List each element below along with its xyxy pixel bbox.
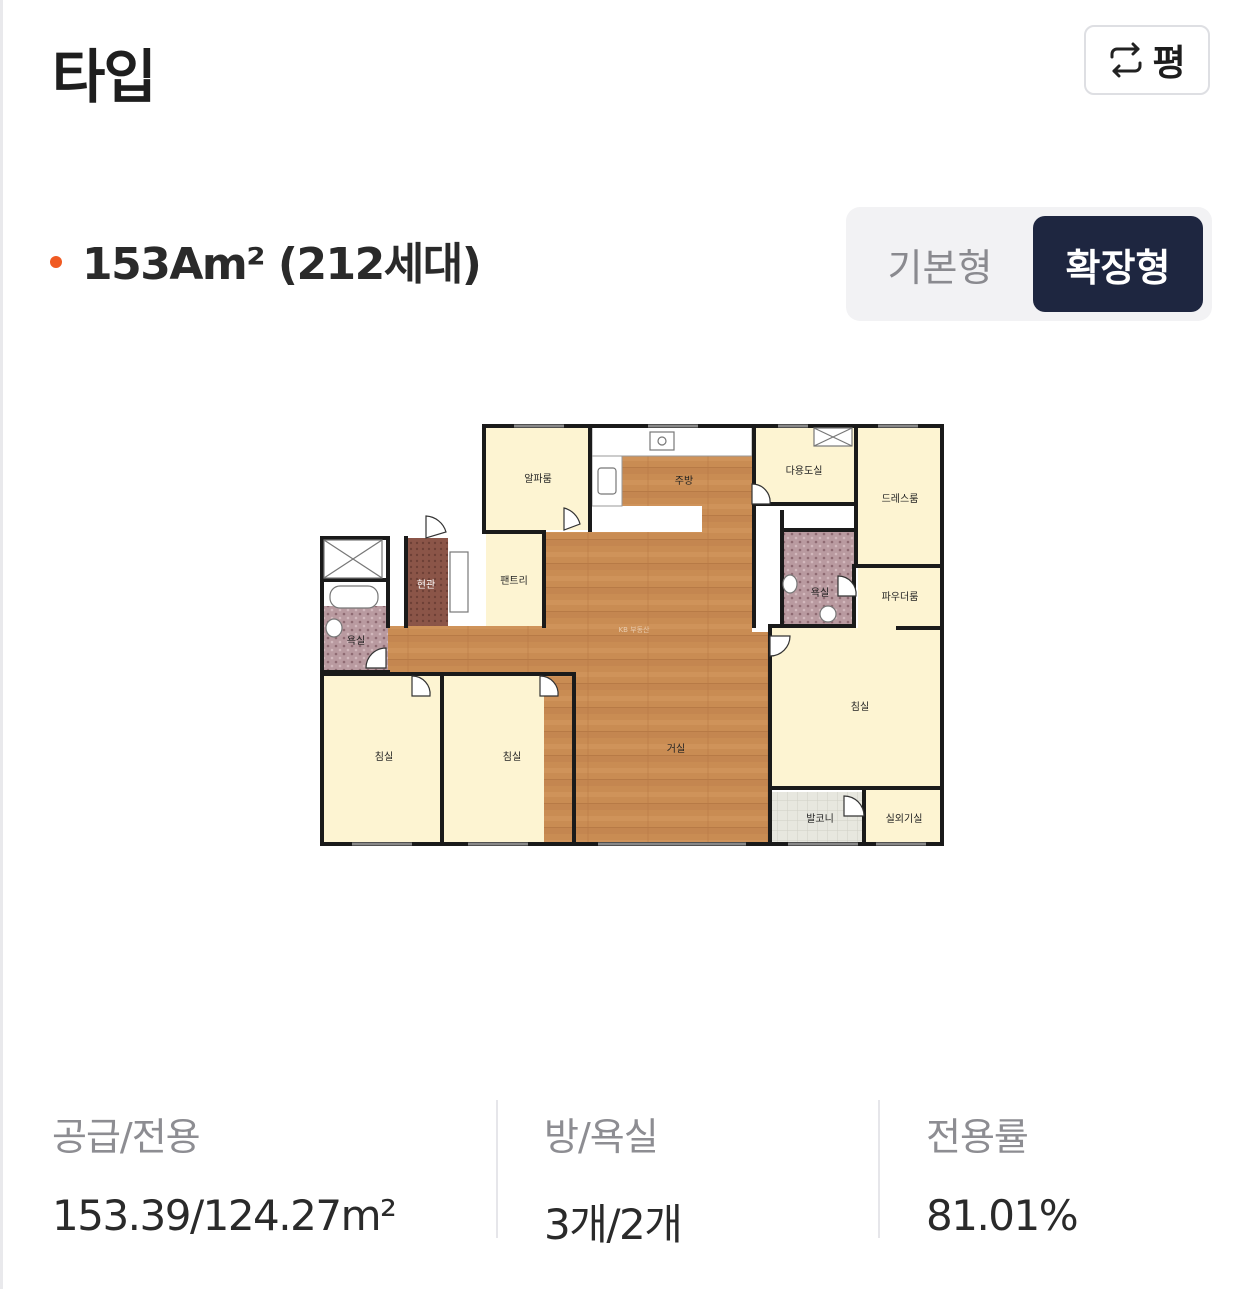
stat-ratio-value: 81.01%	[926, 1191, 1079, 1240]
stat-rooms-label: 방/욕실	[544, 1115, 659, 1159]
hall-floor	[388, 626, 544, 674]
divider	[878, 1100, 880, 1238]
label-dress: 드레스룸	[882, 493, 919, 505]
label-utility: 다용도실	[786, 465, 823, 477]
label-bath-left: 욕실	[347, 635, 365, 647]
unit-toggle-button[interactable]: 평	[1084, 25, 1210, 95]
label-pantry: 팬트리	[500, 575, 528, 587]
label-alpha: 알파룸	[524, 473, 552, 485]
unit-toggle-label: 평	[1152, 43, 1186, 84]
tab-extended[interactable]: 확장형	[1033, 216, 1203, 312]
stat-area-value: 153.39/124.27m²	[52, 1191, 397, 1240]
variant-segmented-control: 기본형 확장형	[846, 207, 1212, 321]
tab-basic[interactable]: 기본형	[855, 216, 1025, 312]
stat-rooms-value: 3개/2개	[544, 1200, 683, 1249]
type-heading: 153Am² (212세대)	[50, 228, 482, 292]
type-name: 153Am² (212세대)	[82, 239, 482, 290]
label-powder: 파우더룸	[882, 591, 919, 603]
stat-rooms: 방/욕실 3개/2개	[544, 1100, 683, 1249]
floor-plan-svg: KB 부동산 알파룸 주방 다용도실 드레스룸 현관 팬트리 욕실 욕실 파우더…	[320, 424, 944, 846]
label-bed2: 침실	[503, 751, 521, 763]
divider	[496, 1100, 498, 1238]
label-entrance: 현관	[417, 579, 435, 591]
stat-area-label: 공급/전용	[52, 1115, 201, 1159]
floor-plan: KB 부동산 알파룸 주방 다용도실 드레스룸 현관 팬트리 욕실 욕실 파우더…	[318, 420, 948, 850]
stat-ratio: 전용률 81.01%	[926, 1100, 1079, 1240]
page-edge	[0, 0, 3, 1289]
label-outdoor: 실외기실	[886, 813, 923, 825]
type-dot-icon	[50, 256, 62, 268]
watermark: KB 부동산	[619, 625, 650, 634]
stat-ratio-label: 전용률	[926, 1115, 1029, 1159]
label-bath-right: 욕실	[811, 587, 829, 599]
label-balcony: 발코니	[806, 813, 834, 825]
stats-row: 공급/전용 153.39/124.27m² 방/욕실 3개/2개 전용률 81.…	[0, 1100, 1260, 1249]
label-kitchen: 주방	[675, 475, 693, 487]
stat-area: 공급/전용 153.39/124.27m²	[52, 1100, 397, 1240]
label-bed1: 침실	[375, 751, 393, 763]
swap-icon	[1110, 42, 1142, 78]
label-living: 거실	[667, 743, 685, 755]
label-bed3: 침실	[851, 701, 869, 713]
page-title: 타입	[52, 43, 157, 111]
